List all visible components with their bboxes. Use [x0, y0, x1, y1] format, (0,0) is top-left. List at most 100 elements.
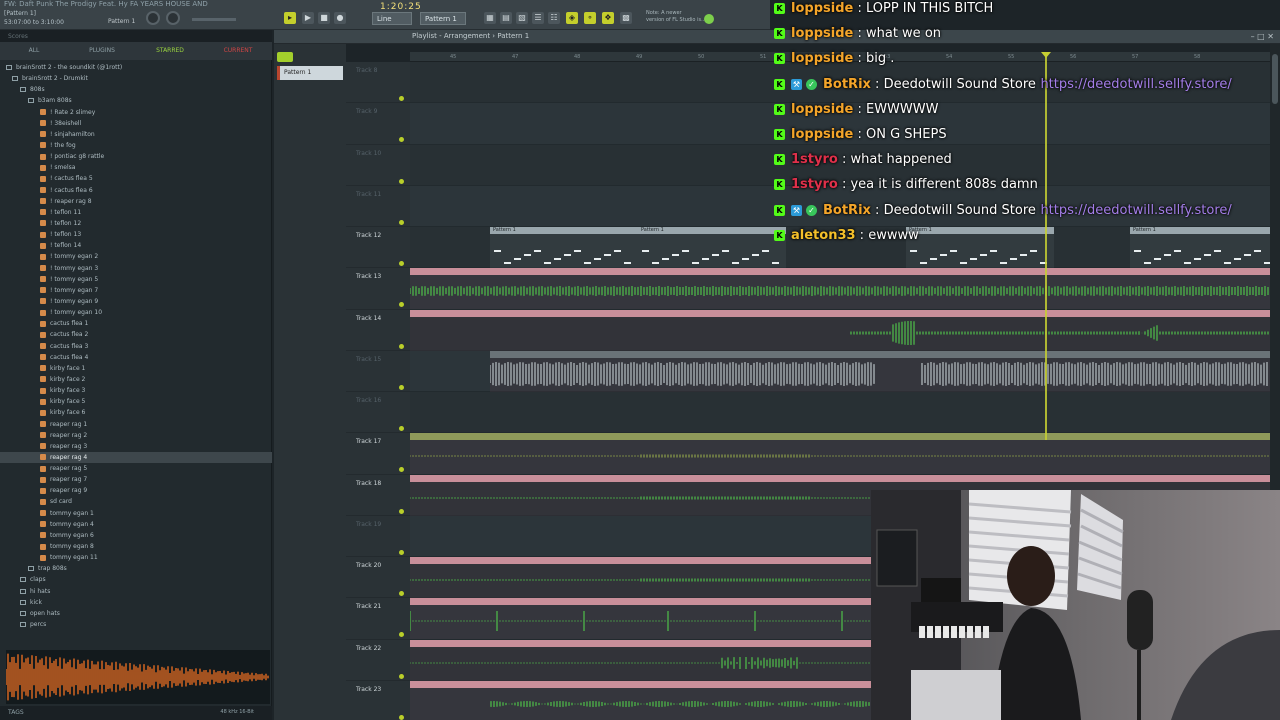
browser-file[interactable]: kirby face 5 — [0, 396, 272, 407]
track-mute-led[interactable] — [399, 549, 404, 555]
playlist-window-icon[interactable]: ▦ — [484, 12, 496, 24]
chat-username[interactable]: loppside — [791, 26, 853, 41]
track-header[interactable]: Track 18 — [346, 475, 410, 516]
browser-file[interactable]: reaper rag 5 — [0, 463, 272, 474]
track-header[interactable]: Track 11 — [346, 186, 410, 227]
browser-file[interactable]: ! teflon 12 — [0, 218, 272, 229]
play-button[interactable]: ▶ — [302, 12, 314, 24]
online-globe-icon[interactable] — [704, 14, 714, 24]
master-pitch-knob[interactable] — [166, 11, 180, 25]
browser-file[interactable]: ! teflon 11 — [0, 207, 272, 218]
tags-label[interactable]: TAGS — [8, 709, 24, 716]
track-mute-led[interactable] — [399, 343, 404, 349]
track-header[interactable]: Track 9 — [346, 103, 410, 145]
tab-starred[interactable]: STARRED — [136, 42, 204, 60]
track-mute-led[interactable] — [399, 219, 404, 225]
track-header[interactable]: Track 8 — [346, 62, 410, 104]
browser-file[interactable]: ! tommy egan 7 — [0, 285, 272, 296]
song-position[interactable]: 1:20:25 — [380, 2, 430, 12]
browser-file[interactable]: ! reaper rag 8 — [0, 196, 272, 207]
browser-file[interactable]: reaper rag 4 — [0, 451, 272, 464]
browser-file[interactable]: kirby face 6 — [0, 407, 272, 418]
master-volume-knob[interactable] — [146, 11, 160, 25]
track-header[interactable]: Track 16 — [346, 392, 410, 434]
browser-file[interactable]: reaper rag 2 — [0, 430, 272, 441]
browser-file[interactable]: tommy egan 1 — [0, 508, 272, 519]
audio-clip[interactable]: raspberry hills 4 152.rott x disturb.dot… — [490, 350, 1270, 392]
tab-all[interactable]: ALL — [0, 42, 68, 60]
track-mute-led[interactable] — [399, 426, 404, 431]
browser-file[interactable]: ! tommy egan 2 — [0, 251, 272, 262]
browser-file[interactable]: reaper rag 1 — [0, 419, 272, 430]
track-mute-led[interactable] — [399, 384, 404, 390]
browser-file[interactable]: tommy egan 6 — [0, 530, 272, 541]
browser-file[interactable]: tommy egan 4 — [0, 519, 272, 530]
track-header[interactable]: Track 14 — [346, 310, 410, 351]
track-header[interactable]: Track 12 — [346, 227, 410, 269]
browser-icon[interactable]: ☷ — [548, 12, 560, 24]
pattern-selector[interactable]: Pattern 1 — [420, 12, 466, 25]
browser-file[interactable]: ! the fog — [0, 140, 272, 151]
browser-folder[interactable]: brainSrott 2 - the soundkit (@1rott) — [0, 62, 272, 73]
browser-file[interactable]: kirby face 1 — [0, 363, 272, 374]
browser-file[interactable]: ! 38eishell — [0, 118, 272, 129]
pat-song-toggle[interactable]: ▸ — [284, 12, 296, 24]
track-mute-led[interactable] — [399, 508, 404, 514]
browser-file[interactable]: reaper rag 7 — [0, 474, 272, 485]
track-header[interactable]: Track 22 — [346, 640, 410, 681]
audio-clip[interactable]: raspberry hills 4 152.rott x disturb.dot… — [410, 433, 1270, 475]
snap-mode-select[interactable]: Line — [372, 12, 412, 25]
track-lane[interactable] — [410, 392, 1270, 434]
browser-file[interactable]: ! tommy egan 10 — [0, 307, 272, 318]
browser-file[interactable]: ! teflon 13 — [0, 229, 272, 240]
track-mute-led[interactable] — [399, 137, 404, 143]
browser-file[interactable]: ! pontiac g8 rattle — [0, 151, 272, 162]
chat-username[interactable]: BotRix — [823, 203, 871, 218]
chat-username[interactable]: BotRix — [823, 77, 871, 92]
track-mute-led[interactable] — [399, 178, 404, 184]
track-mute-led[interactable] — [399, 673, 404, 679]
chat-username[interactable]: loppside — [791, 51, 853, 66]
browser-folder[interactable]: b3am 808s — [0, 95, 272, 106]
browser-file[interactable]: cactus flea 1 — [0, 318, 272, 329]
browser-file[interactable]: ! cactus flea 5 — [0, 173, 272, 184]
track-header[interactable]: Track 21 — [346, 598, 410, 640]
master-slider[interactable] — [192, 18, 236, 21]
pattern-clip[interactable]: Pattern 1 — [490, 227, 638, 268]
browser-folder[interactable]: trap 808s — [0, 563, 272, 574]
browser-file[interactable]: sd card — [0, 496, 272, 507]
mic-icon[interactable]: ⚬ — [584, 12, 596, 24]
browser-file[interactable]: kirby face 3 — [0, 385, 272, 396]
chat-link[interactable]: https://deedotwill.sellfy.store/ — [1040, 77, 1231, 92]
browser-folder[interactable]: hi hats — [0, 586, 272, 597]
chat-username[interactable]: 1styro — [791, 177, 838, 192]
browser-folder[interactable]: 808s — [0, 84, 272, 95]
track-mute-led[interactable] — [399, 261, 404, 266]
browser-file[interactable]: tommy egan 11 — [0, 552, 272, 563]
track-header[interactable]: Track 15 — [346, 351, 410, 392]
picker-pattern-item[interactable]: Pattern 1 — [277, 66, 343, 80]
track-header[interactable]: Track 17 — [346, 433, 410, 475]
browser-file[interactable]: ! cactus flea 6 — [0, 185, 272, 196]
pattern-clip[interactable]: Pattern 1 — [638, 227, 786, 268]
browser-file[interactable]: ! tommy egan 5 — [0, 274, 272, 285]
mixer-icon[interactable]: ☰ — [532, 12, 544, 24]
browser-search[interactable]: Scores — [0, 30, 272, 42]
browser-file[interactable]: ! Rate 2 slimey — [0, 107, 272, 118]
browser-file[interactable]: cactus flea 3 — [0, 341, 272, 352]
track-mute-led[interactable] — [399, 467, 404, 473]
browser-file[interactable]: ! tommy egan 3 — [0, 263, 272, 274]
browser-file[interactable]: reaper rag 3 — [0, 441, 272, 452]
piano-roll-icon[interactable]: ▤ — [500, 12, 512, 24]
tool-icon[interactable]: ❖ — [602, 12, 614, 24]
sample-preview-waveform[interactable] — [6, 650, 270, 704]
track-header[interactable]: Track 20 — [346, 557, 410, 599]
track-mute-led[interactable] — [399, 632, 404, 638]
chat-username[interactable]: loppside — [791, 102, 853, 117]
track-header[interactable]: Track 13 — [346, 268, 410, 310]
record-button[interactable]: ● — [334, 12, 346, 24]
browser-file[interactable]: ! teflon 14 — [0, 240, 272, 251]
chat-username[interactable]: loppside — [791, 1, 853, 16]
chat-link[interactable]: https://deedotwill.sellfy.store/ — [1040, 203, 1231, 218]
track-mute-led[interactable] — [399, 302, 404, 308]
